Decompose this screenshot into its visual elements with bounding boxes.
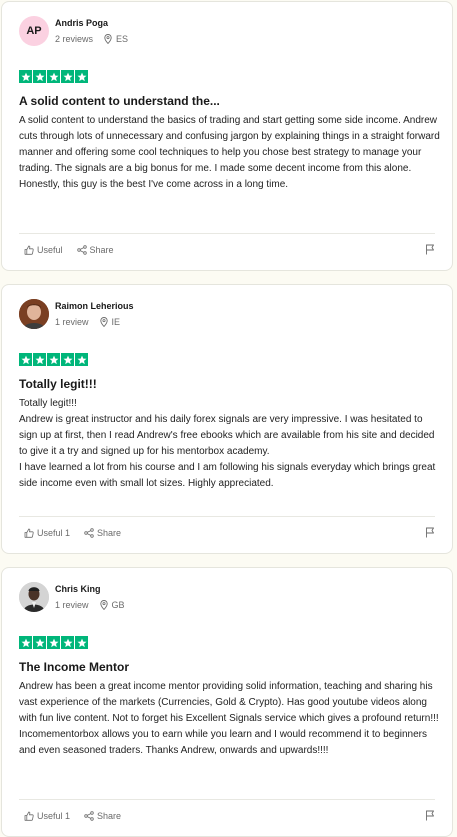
- flag-icon[interactable]: [425, 810, 435, 821]
- avatar-photo: [19, 299, 49, 329]
- share-label: Share: [97, 528, 122, 538]
- flag-icon[interactable]: [425, 244, 435, 255]
- review-text: Andrew is great instructor and his daily…: [19, 414, 435, 457]
- reviewer-meta: 1 review IE: [55, 317, 120, 327]
- thumbs-up-icon: [24, 245, 34, 255]
- share-icon: [84, 811, 94, 821]
- star-icon: [61, 70, 74, 83]
- review-body: Totally legit!!! Andrew is great instruc…: [19, 396, 441, 492]
- star-icon: [61, 353, 74, 366]
- useful-label: Useful: [37, 245, 63, 255]
- star-rating: [19, 636, 88, 649]
- review-text: Andrew has been a great income mentor pr…: [19, 681, 439, 756]
- avatar-photo: [19, 582, 49, 612]
- star-icon: [61, 636, 74, 649]
- avatar-initials: AP: [26, 25, 42, 37]
- review-actions: Useful Share: [24, 245, 128, 255]
- star-icon: [33, 636, 46, 649]
- review-card: AP Andris Poga 2 reviews ES A solid cont…: [1, 1, 453, 271]
- star-rating: [19, 70, 88, 83]
- reviewer-country: ES: [116, 34, 129, 44]
- star-icon: [47, 353, 60, 366]
- star-icon: [47, 70, 60, 83]
- review-text: A solid content to understand the basics…: [19, 115, 440, 190]
- reviewer-meta: 2 reviews ES: [55, 34, 128, 44]
- reviews-count: 1 review: [55, 600, 89, 610]
- share-button[interactable]: Share: [84, 811, 121, 821]
- star-icon: [75, 636, 88, 649]
- avatar[interactable]: [19, 582, 49, 612]
- review-actions: Useful 1 Share: [24, 811, 135, 821]
- star-icon: [47, 636, 60, 649]
- location-pin-icon: [99, 317, 108, 327]
- review-body: Andrew has been a great income mentor pr…: [19, 679, 441, 759]
- review-title[interactable]: The Income Mentor: [19, 660, 129, 674]
- thumbs-up-icon: [24, 528, 34, 538]
- star-icon: [33, 70, 46, 83]
- review-title[interactable]: A solid content to understand the...: [19, 94, 220, 108]
- useful-label: Useful 1: [37, 528, 71, 538]
- useful-button[interactable]: Useful: [24, 245, 63, 255]
- divider: [19, 799, 435, 800]
- star-icon: [33, 353, 46, 366]
- review-card: Raimon Leherious 1 review IE Totally leg…: [1, 284, 453, 554]
- share-button[interactable]: Share: [76, 245, 114, 255]
- reviewer-meta: 1 review GB: [55, 600, 125, 610]
- review-body: A solid content to understand the basics…: [19, 113, 441, 193]
- star-icon: [19, 70, 32, 83]
- star-icon: [75, 70, 88, 83]
- star-rating: [19, 353, 88, 366]
- review-actions: Useful 1 Share: [24, 528, 135, 538]
- review-title[interactable]: Totally legit!!!: [19, 377, 97, 391]
- share-button[interactable]: Share: [84, 528, 121, 538]
- avatar[interactable]: [19, 299, 49, 329]
- review-card: Chris King 1 review GB The Income Mentor…: [1, 567, 453, 837]
- reviews-count: 2 reviews: [55, 34, 94, 44]
- divider: [19, 516, 435, 517]
- divider: [19, 233, 435, 234]
- star-icon: [19, 353, 32, 366]
- share-icon: [84, 528, 94, 538]
- useful-button[interactable]: Useful 1: [24, 811, 70, 821]
- useful-button[interactable]: Useful 1: [24, 528, 70, 538]
- thumbs-up-icon: [24, 811, 34, 821]
- share-label: Share: [89, 245, 114, 255]
- star-icon: [75, 353, 88, 366]
- avatar[interactable]: AP: [19, 16, 49, 46]
- star-icon: [19, 636, 32, 649]
- location-pin-icon: [99, 600, 108, 610]
- location-pin-icon: [104, 34, 112, 44]
- reviews-count: 1 review: [55, 317, 89, 327]
- reviewer-country: GB: [111, 600, 125, 610]
- review-text: I have learned a lot from his course and…: [19, 462, 436, 489]
- share-label: Share: [97, 811, 122, 821]
- flag-icon[interactable]: [425, 527, 435, 538]
- review-text: Totally legit!!!: [19, 398, 77, 409]
- reviewer-name[interactable]: Andris Poga: [55, 18, 108, 28]
- reviewer-country: IE: [111, 317, 121, 327]
- share-icon: [76, 245, 87, 255]
- reviewer-name[interactable]: Raimon Leherious: [55, 301, 134, 311]
- reviewer-name[interactable]: Chris King: [55, 584, 101, 594]
- useful-label: Useful 1: [37, 811, 71, 821]
